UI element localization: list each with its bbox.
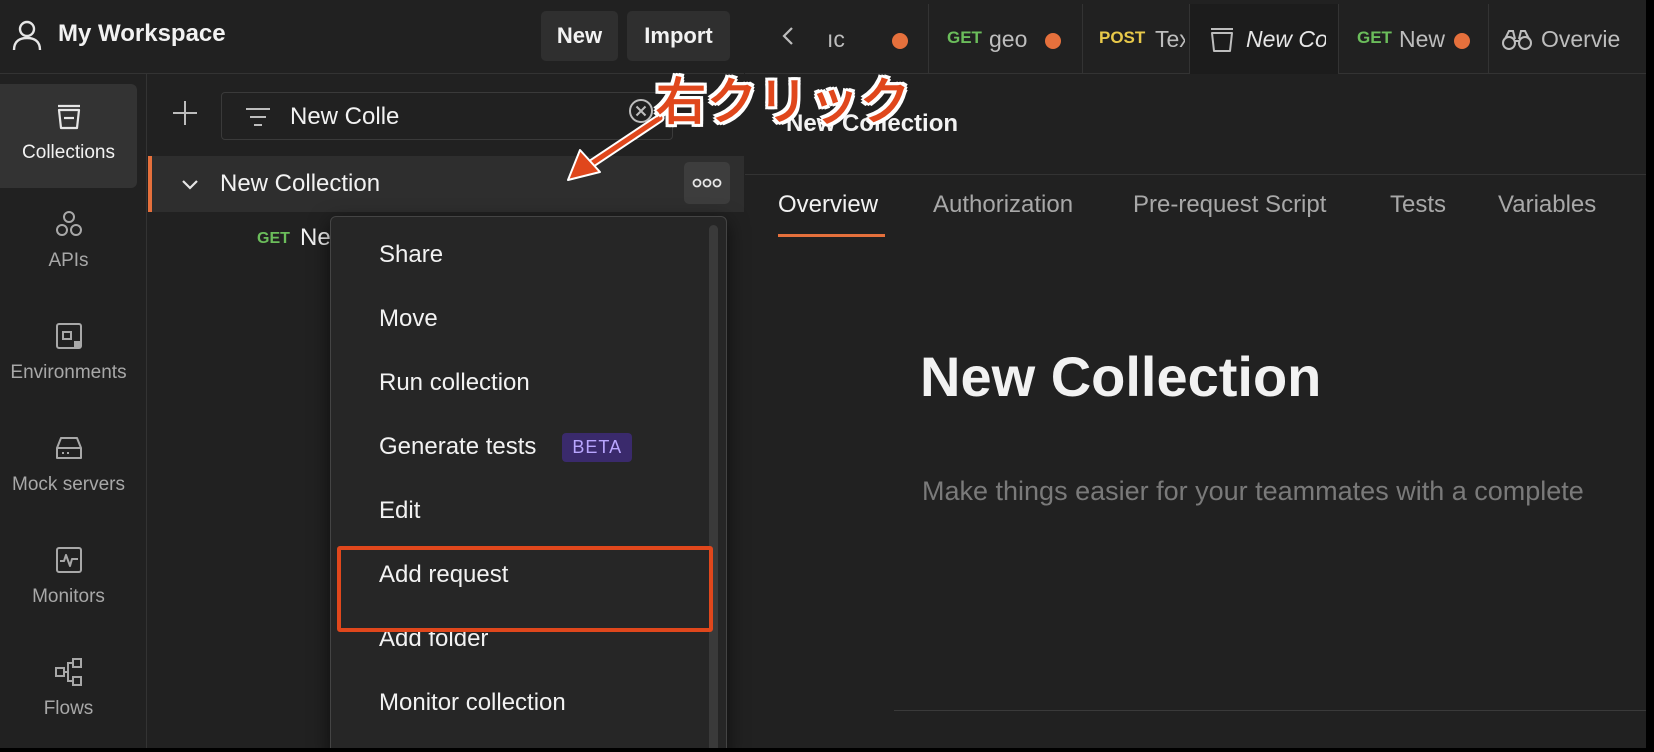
tab-name: Tex [1155, 26, 1185, 52]
context-menu: Share Move Run collection Generate tests… [330, 216, 727, 752]
unsaved-dot [892, 33, 908, 49]
rail-item-flows[interactable]: Flows [0, 640, 137, 744]
collection-title[interactable]: New Collection [920, 344, 1321, 409]
collection-icon [1211, 28, 1233, 52]
tab-pre-request-script[interactable]: Pre-request Script [1133, 191, 1326, 219]
monitors-icon [55, 547, 82, 573]
menu-item-generate-tests[interactable]: Generate tests BETA [331, 417, 711, 477]
environments-icon [55, 323, 82, 349]
rail-label: Flows [43, 698, 94, 719]
tab-name: New [1399, 26, 1446, 52]
tab-method: GET [947, 28, 982, 47]
menu-item-share[interactable]: Share [331, 225, 711, 285]
tab-method: GET [1357, 28, 1392, 47]
menu-item-label: Generate tests [379, 433, 537, 460]
tab-method: POST [1099, 28, 1146, 47]
menu-item-move[interactable]: Move [331, 289, 711, 349]
tab-tests[interactable]: Tests [1390, 191, 1446, 219]
flows-icon [54, 658, 82, 686]
tab-item-active[interactable]: New Co [1189, 4, 1339, 74]
more-actions-button[interactable] [684, 162, 730, 204]
active-tab-underline [778, 234, 885, 237]
rail-item-monitors[interactable]: Monitors [0, 528, 137, 632]
chevron-down-icon[interactable] [178, 172, 202, 196]
rail-item-apis[interactable]: APIs [0, 192, 137, 296]
rail-label: Mock servers [12, 474, 125, 495]
tab-item[interactable]: Overvie [1489, 4, 1649, 74]
user-icon[interactable] [12, 19, 42, 51]
menu-item-monitor-collection[interactable]: Monitor collection [331, 673, 711, 733]
binoculars-icon [1502, 30, 1532, 50]
filter-icon [246, 108, 270, 126]
highlight-add-request [337, 546, 713, 632]
request-method: GET [257, 230, 290, 247]
rail-label: Monitors [32, 586, 105, 607]
rail-label: APIs [48, 250, 89, 271]
menu-item-run-collection[interactable]: Run collection [331, 353, 711, 413]
rail-item-mock-servers[interactable]: Mock servers [0, 416, 137, 520]
filter-value: New Colle [290, 103, 400, 130]
window-edge [0, 748, 1654, 752]
rail-label: Environments [10, 362, 127, 383]
annotation-label: 右クリック [656, 74, 911, 130]
menu-item-edit[interactable]: Edit [331, 481, 711, 541]
ellipsis-icon [692, 178, 722, 188]
app-window: My Workspace New Import Collections APIs [0, 0, 1654, 752]
import-button[interactable]: Import [627, 11, 730, 61]
new-button[interactable]: New [541, 11, 618, 61]
apis-icon [55, 211, 82, 236]
menu-scrollbar[interactable] [709, 225, 718, 752]
tab-overview[interactable]: Overview [778, 191, 878, 219]
tab-name: Overvie [1541, 26, 1621, 52]
collection-sub-tabs: Overview Authorization Pre-request Scrip… [745, 174, 1654, 240]
tab-item[interactable]: GET New [1339, 4, 1489, 74]
tab-item[interactable]: GET geo [929, 4, 1083, 74]
workspace-header: My Workspace New Import [0, 0, 744, 74]
divider [894, 710, 1654, 711]
tab-name: New Co [1246, 26, 1326, 52]
annotation-arrow-icon [567, 113, 665, 181]
request-name: Ne [300, 224, 331, 251]
nav-rail: Collections APIs Environments Mock serve… [0, 74, 147, 752]
beta-badge: BETA [562, 432, 633, 462]
rail-item-environments[interactable]: Environments [0, 304, 137, 408]
tab-variables[interactable]: Variables [1498, 191, 1596, 219]
tab-name: ıc [827, 26, 845, 52]
chevron-left-icon[interactable] [777, 24, 799, 48]
unsaved-dot [1045, 33, 1061, 49]
add-collection-icon[interactable] [170, 98, 200, 128]
rail-item-collections[interactable]: Collections [0, 84, 137, 188]
workspace-title[interactable]: My Workspace [58, 20, 226, 48]
collection-name: New Collection [220, 170, 381, 197]
rail-label: Collections [22, 142, 115, 163]
tab-name: geo [989, 26, 1028, 52]
window-edge [1646, 0, 1654, 752]
tab-authorization[interactable]: Authorization [933, 191, 1073, 219]
mock-servers-icon [55, 437, 82, 459]
collections-icon [57, 104, 80, 130]
description-field[interactable]: Make things easier for your teammates wi… [922, 476, 1654, 507]
unsaved-dot [1454, 33, 1470, 49]
